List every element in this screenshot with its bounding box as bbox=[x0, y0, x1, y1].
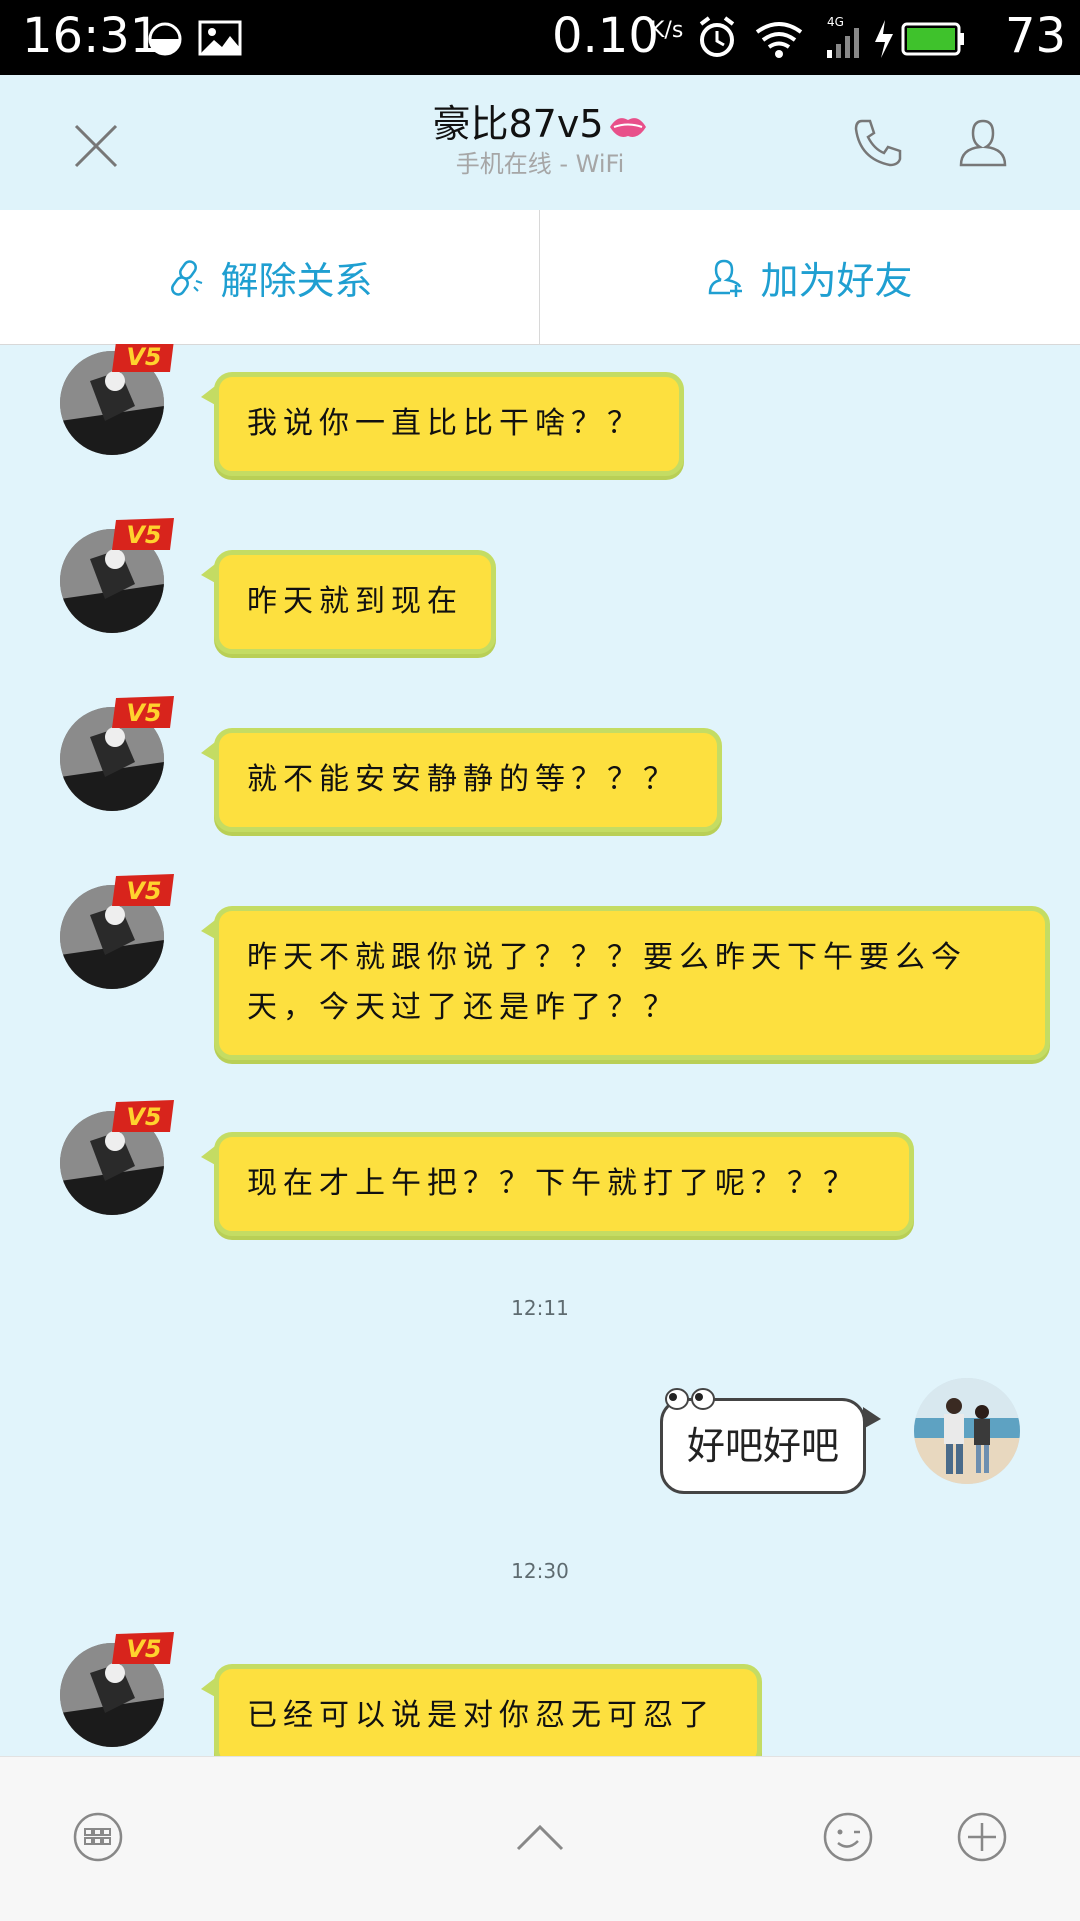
message-bubble[interactable]: 昨天就到现在 bbox=[201, 550, 496, 654]
add-friend-label: 加为好友 bbox=[760, 258, 913, 303]
vip-badge: V5 bbox=[112, 1632, 174, 1664]
message-bubble[interactable]: 现在才上午把？？下午就打了呢？？？ bbox=[201, 1132, 914, 1236]
status-icons: 4G bbox=[699, 15, 964, 58]
battery-percent: 73 bbox=[1005, 8, 1067, 64]
svg-text:4G: 4G bbox=[827, 15, 844, 29]
message-bubble[interactable]: 就不能安安静静的等？？？ bbox=[201, 728, 722, 832]
message-bubble[interactable]: 已经可以说是对你忍无可忍了 bbox=[201, 1664, 762, 1756]
charging-icon bbox=[875, 20, 893, 58]
vip-badge: V5 bbox=[112, 874, 174, 906]
svg-text:V5: V5 bbox=[126, 877, 161, 905]
relationship-actions: 解除关系 加为好友 bbox=[0, 210, 1080, 345]
add-friend-button[interactable]: 加为好友 bbox=[540, 210, 1079, 344]
expand-up-icon[interactable] bbox=[514, 1811, 566, 1863]
svg-text:V5: V5 bbox=[126, 521, 161, 549]
status-bar: 16:31 0.10 K/s 4G 73 bbox=[0, 0, 1080, 75]
emoji-icon[interactable] bbox=[822, 1811, 874, 1863]
svg-text:V5: V5 bbox=[126, 699, 161, 727]
svg-text:V5: V5 bbox=[126, 1635, 161, 1663]
input-toolbar bbox=[0, 1756, 1080, 1921]
message-timestamp: 12:30 bbox=[511, 1559, 569, 1583]
kiss-icon bbox=[609, 117, 646, 137]
message-bubble[interactable]: 昨天不就跟你说了？？？要么昨天下午要么今天，今天过了还是咋了？？ bbox=[201, 906, 1050, 1060]
vip-badge: V5 bbox=[112, 518, 174, 550]
message-text: 好吧好吧 bbox=[686, 1424, 839, 1468]
signal-icon: 4G bbox=[827, 15, 859, 58]
online-status: 手机在线 - WiFi bbox=[455, 150, 625, 178]
phone-icon[interactable] bbox=[850, 115, 906, 171]
profile-icon[interactable] bbox=[955, 115, 1011, 171]
message-timestamp: 12:11 bbox=[511, 1296, 569, 1320]
image-icon bbox=[198, 20, 242, 56]
vip-badge: V5 bbox=[112, 344, 174, 372]
message-bubble[interactable]: 我说你一直比比干啥？？ bbox=[201, 372, 684, 476]
contact-name-text: 豪比87v5 bbox=[432, 102, 604, 146]
my-avatar[interactable] bbox=[914, 1378, 1020, 1484]
chat-header: 豪比87v5 手机在线 - WiFi bbox=[0, 75, 1080, 210]
unlink-button[interactable]: 解除关系 bbox=[0, 210, 540, 344]
message-bubble[interactable]: 好吧好吧 bbox=[660, 1388, 881, 1494]
network-speed: 0.10 bbox=[552, 8, 659, 64]
moon-icon bbox=[148, 22, 182, 56]
message-list[interactable]: V5 我说你一直比比干啥？？ V5 昨天就到现在 V5 就不能安安静静的等？？？ bbox=[0, 344, 1080, 1756]
alarm-icon bbox=[699, 16, 735, 57]
vip-badge: V5 bbox=[112, 1100, 174, 1132]
network-speed-unit: K/s bbox=[650, 18, 684, 43]
keyboard-icon[interactable] bbox=[72, 1811, 124, 1863]
svg-text:V5: V5 bbox=[126, 1103, 161, 1131]
wifi-icon bbox=[755, 22, 803, 58]
bubble-eyes-decoration bbox=[665, 1388, 715, 1410]
plus-icon[interactable] bbox=[956, 1811, 1008, 1863]
vip-badge: V5 bbox=[112, 696, 174, 728]
status-time: 16:31 bbox=[22, 8, 161, 64]
contact-name: 豪比87v5 bbox=[0, 101, 1080, 147]
unlink-icon bbox=[171, 260, 203, 296]
battery-icon bbox=[901, 22, 964, 56]
unlink-label: 解除关系 bbox=[220, 258, 373, 303]
svg-text:V5: V5 bbox=[126, 344, 161, 371]
add-friend-icon bbox=[709, 259, 743, 297]
